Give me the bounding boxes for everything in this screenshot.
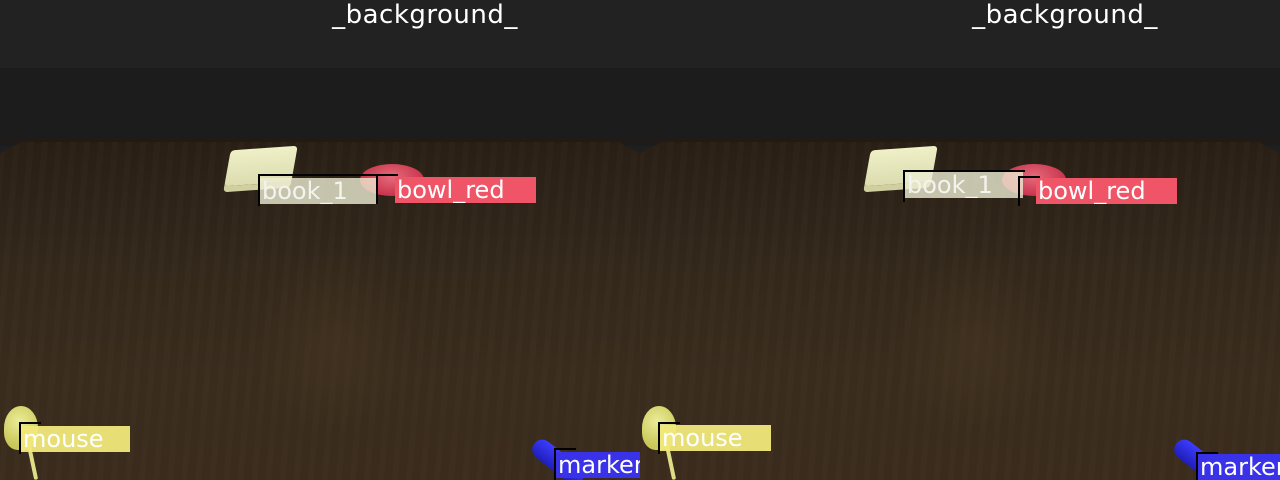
- book-label: book_1: [905, 172, 1023, 198]
- bowl-label: bowl_red: [395, 177, 536, 203]
- wall-shadow: [640, 68, 1280, 146]
- book-label: book_1: [260, 178, 378, 204]
- mouse-label: mouse: [660, 425, 771, 451]
- background-label: _background_: [972, 0, 1158, 30]
- bowl-label: bowl_red: [1036, 178, 1177, 204]
- right-view-panel: _background_ book_1 bowl_red mouse marke…: [640, 0, 1280, 480]
- background-label: _background_: [332, 0, 518, 30]
- mouse-label: mouse: [21, 426, 130, 452]
- left-view-panel: _background_ book_1 bowl_red mouse marke…: [0, 0, 640, 480]
- table-edge: [640, 140, 1280, 142]
- segmentation-view-pair: _background_ book_1 bowl_red mouse marke…: [0, 0, 1280, 480]
- table-edge: [0, 140, 640, 142]
- wall-shadow: [0, 68, 640, 146]
- marker-label: marker: [556, 452, 640, 478]
- marker-label: marker: [1198, 454, 1280, 480]
